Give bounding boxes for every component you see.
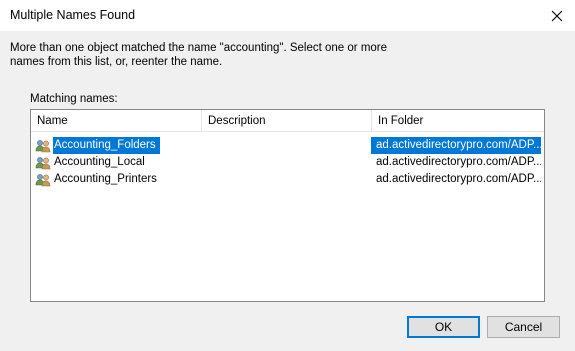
row-folder: ad.activedirectorypro.com/ADP... bbox=[376, 156, 541, 168]
matching-names-label: Matching names: bbox=[30, 93, 118, 105]
column-header-in-folder[interactable]: In Folder bbox=[372, 110, 544, 132]
cancel-button[interactable]: Cancel bbox=[487, 316, 560, 338]
ok-button[interactable]: OK bbox=[407, 316, 480, 338]
row-folder: ad.activedirectorypro.com/ADP... bbox=[376, 173, 541, 185]
list-row[interactable]: Accounting_Local ad.activedirectorypro.c… bbox=[31, 154, 544, 171]
matching-names-list[interactable]: Name Description In Folder Accounting_Fo… bbox=[30, 109, 545, 302]
title-bar: Multiple Names Found bbox=[0, 0, 575, 31]
column-header-name[interactable]: Name bbox=[31, 110, 201, 132]
column-header-description[interactable]: Description bbox=[202, 110, 371, 132]
group-icon bbox=[35, 174, 51, 187]
dialog-body: More than one object matched the name "a… bbox=[0, 31, 575, 351]
row-name: Accounting_Folders bbox=[53, 137, 160, 154]
close-button[interactable] bbox=[538, 0, 575, 31]
message-text: More than one object matched the name "a… bbox=[10, 42, 388, 68]
list-row[interactable]: Accounting_Folders ad.activedirectorypro… bbox=[31, 137, 544, 154]
list-row[interactable]: Accounting_Printers ad.activedirectorypr… bbox=[31, 171, 544, 188]
row-name: Accounting_Printers bbox=[54, 173, 157, 185]
row-name: Accounting_Local bbox=[54, 156, 145, 168]
row-folder: ad.activedirectorypro.com/ADP... bbox=[371, 137, 541, 154]
close-icon bbox=[551, 10, 562, 21]
group-icon bbox=[35, 157, 51, 170]
window-title: Multiple Names Found bbox=[10, 8, 136, 22]
group-icon bbox=[35, 140, 51, 153]
list-header: Name Description In Folder bbox=[31, 110, 544, 132]
